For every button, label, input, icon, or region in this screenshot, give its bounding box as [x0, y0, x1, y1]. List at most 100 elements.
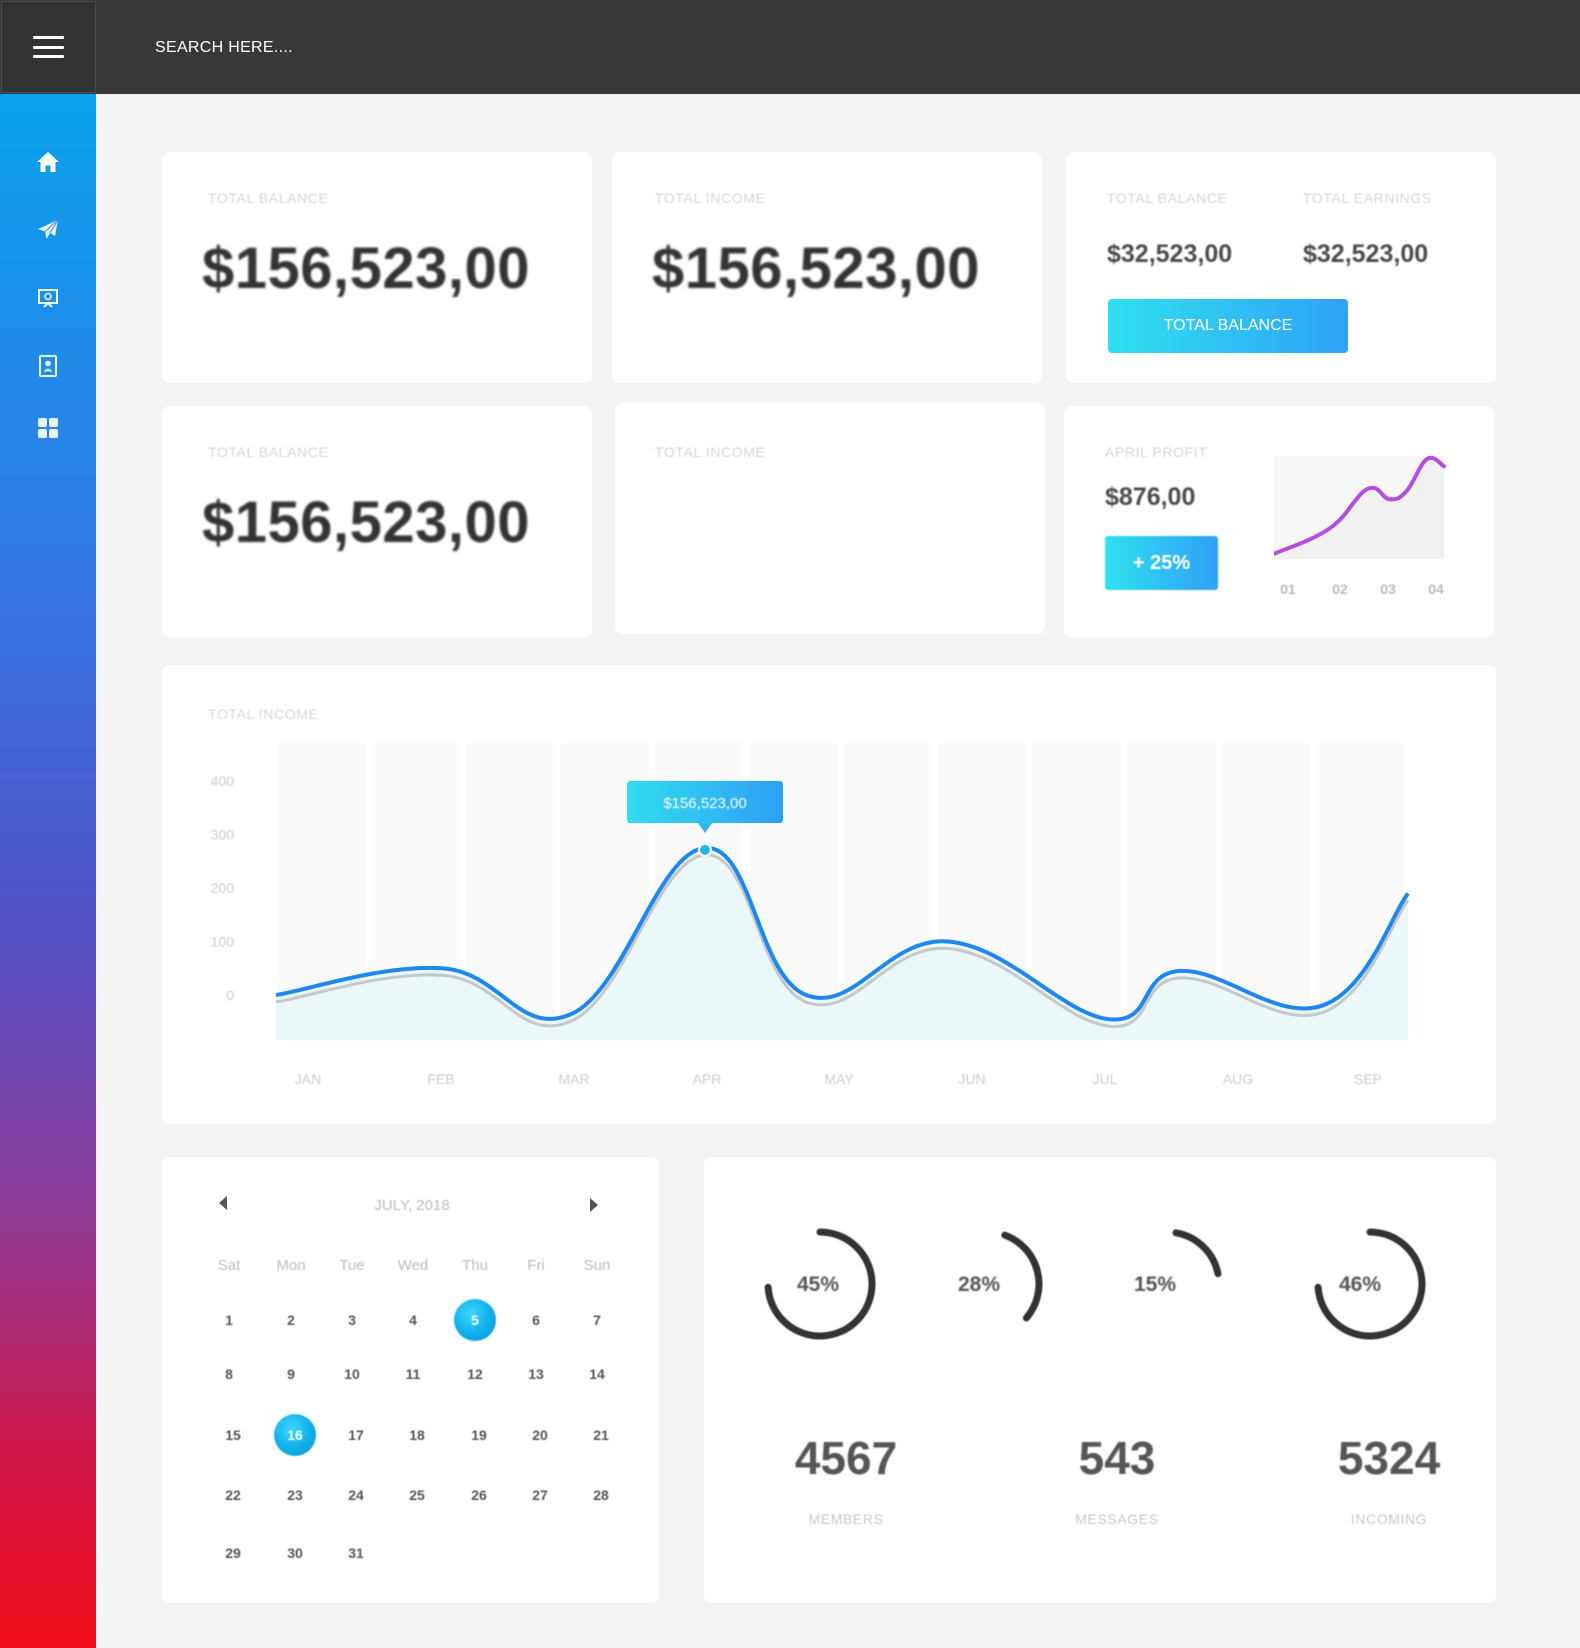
income-area-chart: 400 300 200 100 0 $156,523,00 JAN FEB MAR APR MAY J… [211, 743, 1410, 1087]
total-balance-button[interactable]: TOTAL BALANCE [1108, 299, 1348, 353]
incoming-count: 5324 [1337, 1432, 1441, 1484]
calendar-day[interactable]: 14 [576, 1353, 618, 1395]
x-tick-label: MAY [824, 1071, 854, 1087]
calendar-day[interactable]: 11 [392, 1353, 434, 1395]
y-tick-label: 0 [226, 987, 234, 1003]
hamburger-icon [33, 36, 64, 58]
calendar-title: JULY, 2018 [374, 1197, 450, 1214]
y-tick-label: 200 [211, 880, 235, 896]
income-bars-card: TOTAL INCOME [615, 403, 1045, 634]
calendar-day[interactable]: 2 [270, 1299, 312, 1341]
sidebar-item-home[interactable] [30, 144, 66, 180]
card-label: TOTAL BALANCE [208, 190, 329, 206]
calendar-day[interactable]: 4 [392, 1299, 434, 1341]
messages-label: MESSAGES [1075, 1511, 1159, 1527]
x-tick-label: 02 [1332, 581, 1348, 597]
caret-left-icon [219, 1196, 227, 1210]
home-icon [37, 152, 59, 172]
balance-earnings-card: TOTAL BALANCE TOTAL EARNINGS $32,523,00 … [1066, 152, 1496, 383]
ring-percent-label: 28% [958, 1273, 1000, 1296]
calendar-day[interactable]: 18 [396, 1414, 438, 1456]
sidebar [0, 94, 96, 1648]
tooltip-label: $156,523,00 [663, 795, 746, 812]
calendar-day[interactable]: 23 [274, 1474, 316, 1516]
calendar-day[interactable]: 6 [515, 1299, 557, 1341]
calendar-day[interactable]: 15 [212, 1414, 254, 1456]
sidebar-item-grid[interactable] [30, 410, 66, 446]
calendar-day[interactable]: 21 [580, 1414, 622, 1456]
ring-percent-label: 45% [797, 1273, 839, 1296]
profit-change-badge[interactable]: + 25% [1105, 536, 1218, 590]
calendar-day-selected[interactable]: 5 [454, 1299, 496, 1341]
card-label: APRIL PROFIT [1105, 444, 1208, 460]
earnings-label: TOTAL EARNINGS [1303, 190, 1432, 206]
x-tick-label: MAR [558, 1071, 589, 1087]
next-month-button[interactable] [586, 1195, 602, 1215]
caret-right-icon [590, 1198, 598, 1212]
incoming-label: INCOMING [1350, 1511, 1428, 1527]
sidebar-item-send[interactable] [30, 212, 66, 248]
highlight-point[interactable] [700, 844, 710, 855]
progress-ring [1172, 1229, 1222, 1278]
weekday-label: Wed [397, 1257, 429, 1274]
calendar-day[interactable]: 25 [396, 1474, 438, 1516]
calendar-day[interactable]: 13 [515, 1353, 557, 1395]
balance-value: $156,523,00 [202, 490, 531, 555]
x-tick-label: 01 [1280, 581, 1296, 597]
calendar-day[interactable]: 10 [331, 1353, 373, 1395]
income-value: $156,523,00 [652, 236, 981, 301]
calendar-day[interactable]: 24 [335, 1474, 377, 1516]
calendar-day[interactable]: 28 [580, 1474, 622, 1516]
sidebar-item-contacts[interactable] [30, 348, 66, 384]
calendar-day[interactable]: 26 [458, 1474, 500, 1516]
balance-value: $156,523,00 [202, 236, 531, 301]
april-profit-line-chart: 01 02 03 04 [1274, 455, 1446, 597]
ring-percent-label: 46% [1339, 1273, 1381, 1296]
calendar-day[interactable]: 9 [270, 1353, 312, 1395]
calendar-card: JULY, 2018 Sat Mon Tue Wed Thu Fri Sun 1234567… [162, 1157, 659, 1603]
april-profit-value: $876,00 [1105, 483, 1196, 511]
total-balance-card: TOTAL BALANCE $156,523,00 [162, 152, 592, 383]
calendar-day[interactable]: 1 [208, 1299, 250, 1341]
income-area-card: TOTAL INCOME 400 300 200 100 0 $156,523,00 JAN… [162, 665, 1496, 1124]
calendar-day[interactable]: 31 [335, 1532, 377, 1574]
send-icon [38, 219, 59, 239]
weekday-label: Mon [276, 1257, 306, 1274]
weekday-label: Sun [583, 1257, 611, 1274]
contact-card-icon [39, 355, 57, 377]
calendar-day[interactable]: 27 [519, 1474, 561, 1516]
presentation-icon [38, 289, 58, 308]
sidebar-item-presentation[interactable] [30, 280, 66, 316]
calendar-day[interactable]: 3 [331, 1299, 373, 1341]
x-tick-label: 04 [1428, 581, 1444, 597]
search-input[interactable] [155, 36, 535, 60]
total-balance-card-2: TOTAL BALANCE $156,523,00 [162, 406, 592, 637]
calendar-day[interactable]: 30 [274, 1532, 316, 1574]
x-tick-label: SEP [1354, 1071, 1382, 1087]
calendar-day[interactable]: 12 [454, 1353, 496, 1395]
card-label: TOTAL INCOME [655, 190, 766, 206]
weekday-label: Thu [462, 1257, 488, 1274]
calendar-day[interactable]: 22 [212, 1474, 254, 1516]
members-label: MEMBERS [808, 1511, 884, 1527]
x-tick-label: JUL [1093, 1071, 1118, 1087]
prev-month-button[interactable] [215, 1193, 231, 1213]
menu-button[interactable] [1, 1, 96, 93]
ring-percent-label: 15% [1134, 1273, 1176, 1296]
calendar-day[interactable]: 8 [208, 1353, 250, 1395]
calendar-day-selected[interactable]: 16 [274, 1414, 316, 1456]
y-tick-label: 300 [211, 827, 235, 843]
calendar-day[interactable]: 7 [576, 1299, 618, 1341]
x-tick-label: AUG [1223, 1071, 1253, 1087]
calendar-day[interactable]: 20 [519, 1414, 561, 1456]
x-tick-label: APR [693, 1071, 722, 1087]
x-tick-label: 03 [1380, 581, 1396, 597]
stats-card: 45% 28% 15% 46% 4567 MEMBERS 543 MESSAGES 5… [704, 1157, 1496, 1603]
weekday-label: Sat [217, 1257, 241, 1274]
calendar-day[interactable]: 29 [212, 1532, 254, 1574]
balance-small-value: $32,523,00 [1107, 240, 1233, 268]
calendar-day[interactable]: 17 [335, 1414, 377, 1456]
calendar-day[interactable]: 19 [458, 1414, 500, 1456]
weekday-label: Fri [527, 1257, 545, 1274]
top-bar [0, 0, 1580, 94]
